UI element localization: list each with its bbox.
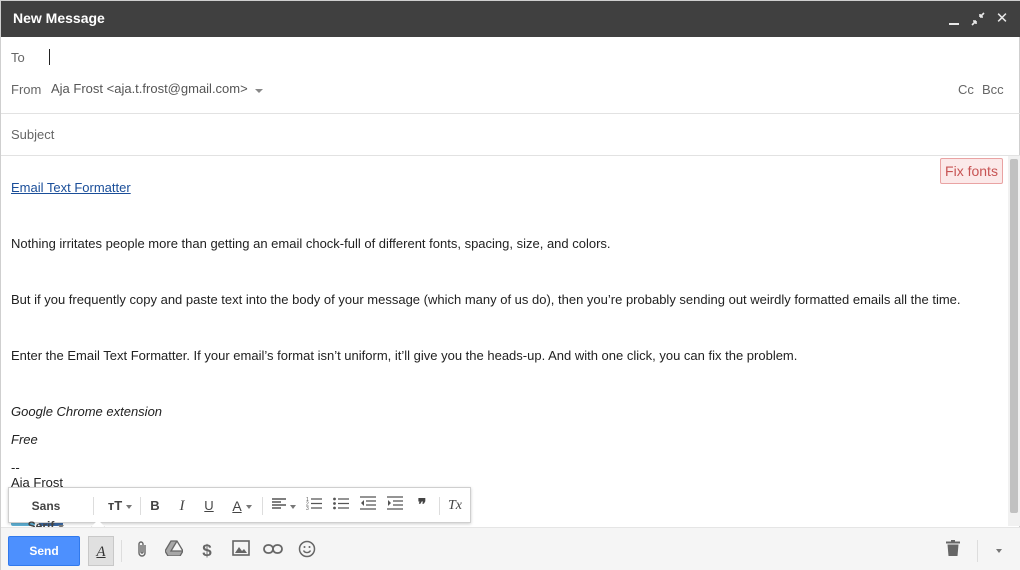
- to-label: To: [11, 50, 25, 65]
- body-paragraph-1: Nothing irritates people more than getti…: [11, 236, 611, 251]
- cc-link[interactable]: Cc: [958, 82, 974, 97]
- indent-more-icon: [387, 496, 403, 510]
- from-dropdown-icon[interactable]: [255, 89, 263, 93]
- quote-button[interactable]: ❞: [413, 496, 431, 516]
- minimize-icon[interactable]: [946, 10, 962, 28]
- font-family-select[interactable]: Sans Serif: [18, 496, 74, 533]
- align-left-icon: [272, 498, 286, 509]
- from-label: From: [11, 82, 42, 97]
- email-text-formatter-link[interactable]: Email Text Formatter: [11, 180, 131, 195]
- from-row: From Aja Frost <aja.t.frost@gmail.com> C…: [1, 79, 1020, 101]
- chevron-down-icon: [126, 504, 133, 509]
- svg-text:3: 3: [306, 506, 309, 510]
- window-title: New Message: [13, 10, 105, 26]
- body-paragraph-3: Enter the Email Text Formatter. If your …: [11, 348, 798, 363]
- compose-window: New Message ✕ To From Aja Frost <aja.t.f…: [0, 0, 1020, 570]
- compose-bottom-bar: Send A $: [1, 527, 1020, 570]
- subject-field[interactable]: Subject: [1, 124, 1020, 146]
- font-size-select[interactable]: тТ: [105, 496, 135, 516]
- insert-link-icon[interactable]: [262, 540, 284, 562]
- chevron-down-icon: [245, 505, 252, 510]
- more-options-icon[interactable]: [988, 540, 1010, 562]
- bulleted-list-icon: [333, 497, 349, 510]
- bold-button[interactable]: B: [147, 496, 163, 516]
- numbered-list-icon: 123: [306, 497, 322, 512]
- divider: [140, 497, 141, 515]
- chevron-down-icon: [996, 548, 1002, 553]
- from-select[interactable]: Aja Frost <aja.t.frost@gmail.com>: [51, 81, 248, 96]
- body-paragraph-2: But if you frequently copy and paste tex…: [11, 292, 961, 307]
- attach-files-icon[interactable]: [131, 540, 153, 562]
- insert-emoji-icon[interactable]: [296, 540, 318, 562]
- indent-more-button[interactable]: [386, 496, 404, 516]
- body-italic-line-2: Free: [11, 432, 38, 447]
- body-italic-line-1: Google Chrome extension: [11, 404, 163, 419]
- divider: [977, 540, 978, 562]
- message-body[interactable]: Email Text Formatter Nothing irritates p…: [1, 156, 1007, 526]
- bulleted-list-button[interactable]: [332, 496, 350, 516]
- insert-money-icon[interactable]: $: [196, 540, 218, 562]
- remove-formatting-button[interactable]: Tx: [446, 496, 464, 516]
- bcc-link[interactable]: Bcc: [982, 82, 1004, 97]
- to-field[interactable]: To: [1, 47, 1020, 69]
- fix-fonts-button[interactable]: Fix fonts: [940, 158, 1003, 184]
- text-color-select[interactable]: A: [227, 496, 257, 516]
- google-drive-icon[interactable]: [163, 540, 185, 562]
- numbered-list-button[interactable]: 123: [305, 496, 323, 516]
- italic-button[interactable]: I: [174, 496, 190, 516]
- divider: [439, 497, 440, 515]
- indent-less-icon: [360, 496, 376, 510]
- text-cursor: [49, 49, 50, 65]
- insert-photo-icon[interactable]: [230, 540, 252, 562]
- divider: [93, 497, 94, 515]
- chevron-down-icon: [290, 504, 296, 509]
- divider: [1, 113, 1020, 114]
- send-button[interactable]: Send: [8, 536, 80, 566]
- formatting-options-button[interactable]: A: [88, 536, 114, 566]
- title-bar: New Message ✕: [1, 1, 1020, 37]
- divider: [262, 497, 263, 515]
- formatting-toolbar: Sans Serif тТ B I U A 123 ❞ Tx: [8, 487, 471, 535]
- divider: [121, 540, 122, 562]
- close-icon[interactable]: ✕: [994, 10, 1010, 28]
- subject-placeholder: Subject: [11, 127, 55, 142]
- exit-fullscreen-icon[interactable]: [970, 10, 986, 28]
- discard-draft-icon[interactable]: [942, 540, 964, 562]
- scrollbar-thumb[interactable]: [1010, 159, 1018, 513]
- signature-dashes: --: [11, 460, 20, 475]
- indent-less-button[interactable]: [359, 496, 377, 516]
- align-select[interactable]: [269, 496, 299, 516]
- underline-button[interactable]: U: [201, 496, 217, 516]
